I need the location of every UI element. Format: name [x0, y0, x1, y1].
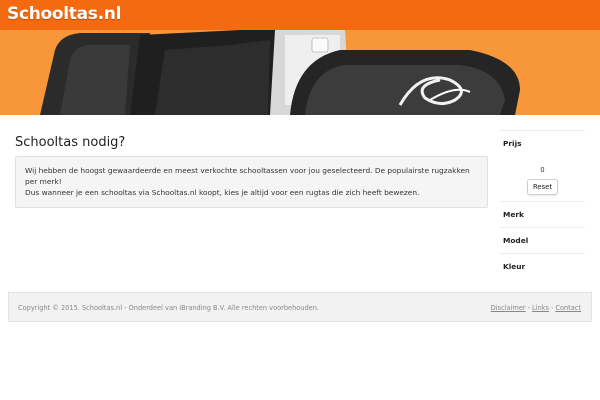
- footer-separator: -: [550, 304, 554, 312]
- filter-heading-model[interactable]: Model: [500, 228, 585, 253]
- footer-separator: -: [527, 304, 530, 312]
- price-value: 0: [540, 166, 545, 174]
- intro-box: Wij hebben de hoogst gewaardeerde en mee…: [15, 156, 488, 208]
- footer: Copyright © 2015. Schooltas.nl - Onderde…: [8, 292, 592, 322]
- page-title: Schooltas nodig?: [15, 135, 126, 150]
- filter-sidebar: Prijs 0 Reset Merk Model Kleur: [500, 130, 585, 279]
- footer-links: Disclaimer - Links - Contact: [491, 304, 581, 312]
- top-bar: Schooltas.nl: [0, 0, 600, 30]
- footer-link-links[interactable]: Links: [532, 304, 549, 312]
- site-logo[interactable]: Schooltas.nl: [7, 3, 121, 25]
- header-banner: [0, 30, 600, 115]
- filter-kleur: Kleur: [500, 253, 585, 279]
- main-content: Schooltas nodig? Wij hebben de hoogst ge…: [15, 130, 488, 208]
- intro-text-line-1: Wij hebben de hoogst gewaardeerde en mee…: [25, 166, 470, 186]
- footer-link-disclaimer[interactable]: Disclaimer: [491, 304, 526, 312]
- filter-prijs: Prijs 0 Reset: [500, 130, 585, 201]
- price-filter: 0 Reset: [500, 156, 585, 201]
- filter-merk: Merk: [500, 201, 585, 227]
- filter-model: Model: [500, 227, 585, 253]
- filter-heading-merk[interactable]: Merk: [500, 202, 585, 227]
- footer-link-contact[interactable]: Contact: [555, 304, 581, 312]
- reset-button[interactable]: Reset: [527, 179, 558, 195]
- banner-backpack-image: [0, 30, 600, 115]
- intro-text-line-2: Dus wanneer je een schooltas via Schoolt…: [25, 188, 420, 197]
- filter-heading-prijs[interactable]: Prijs: [500, 131, 585, 156]
- filter-heading-kleur[interactable]: Kleur: [500, 254, 585, 279]
- footer-copyright: Copyright © 2015. Schooltas.nl - Onderde…: [18, 304, 319, 312]
